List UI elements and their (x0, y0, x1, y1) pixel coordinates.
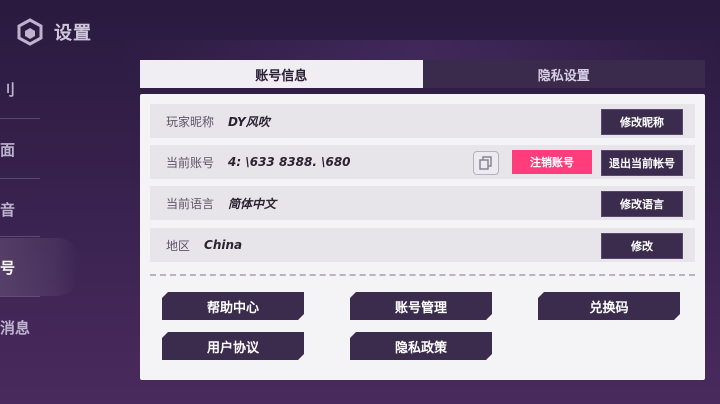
edit-nickname-button[interactable]: 修改昵称 (601, 109, 683, 135)
sidebar-item-account[interactable]: 号 (0, 238, 78, 296)
account-manage-button[interactable]: 账号管理 (350, 292, 492, 320)
sidebar-divider (0, 296, 40, 297)
sidebar-divider (0, 178, 40, 179)
sidebar-item-2[interactable]: 面 (0, 120, 78, 178)
sidebar-item-label: 号 (0, 258, 16, 277)
sidebar-divider (0, 236, 40, 237)
account-value: 4: \633 8388. \680 (228, 155, 351, 169)
logout-account-button[interactable]: 退出当前帐号 (601, 150, 683, 176)
sidebar-item-3[interactable]: 音 (0, 180, 78, 238)
account-panel: 玩家昵称 DY风吹 修改昵称 当前账号 4: \633 8388. \680 注… (140, 94, 705, 380)
sidebar-item-5[interactable]: 消息 (0, 298, 78, 356)
redeem-code-button[interactable]: 兑换码 (538, 292, 680, 320)
account-label: 当前账号 (166, 155, 215, 170)
page-title: 设置 (54, 23, 92, 44)
help-center-button[interactable]: 帮助中心 (162, 292, 304, 320)
sidebar-item-label: 面 (0, 140, 16, 159)
sidebar-item-label: 音 (0, 200, 16, 219)
settings-header: 设置 (16, 14, 92, 50)
copy-icon-glyph (479, 156, 492, 170)
nickname-value: DY风吹 (228, 114, 270, 129)
sidebar-item-label: 刂 (0, 80, 16, 99)
sidebar-item-label: 消息 (0, 318, 31, 337)
settings-tabs: 账号信息 隐私设置 (140, 60, 705, 88)
tab-account-info[interactable]: 账号信息 (140, 60, 423, 88)
change-region-button[interactable]: 修改 (601, 233, 683, 259)
language-label: 当前语言 (166, 196, 215, 211)
change-language-button[interactable]: 修改语言 (601, 191, 683, 217)
sidebar-item-1[interactable]: 刂 (0, 60, 78, 118)
sidebar: 刂 面 音 号 消息 (0, 60, 80, 400)
privacy-policy-button[interactable]: 隐私政策 (350, 332, 492, 360)
region-value: China (204, 238, 243, 252)
cube-icon (17, 18, 43, 46)
language-value: 简体中文 (228, 196, 277, 211)
deregister-account-button[interactable]: 注销账号 (512, 150, 592, 174)
tab-privacy-settings[interactable]: 隐私设置 (422, 60, 705, 88)
user-agreement-button[interactable]: 用户协议 (162, 332, 304, 360)
sidebar-divider (0, 118, 40, 119)
nickname-label: 玩家昵称 (166, 114, 215, 129)
section-divider (150, 274, 695, 276)
copy-icon[interactable] (473, 151, 499, 175)
region-label: 地区 (166, 238, 191, 253)
